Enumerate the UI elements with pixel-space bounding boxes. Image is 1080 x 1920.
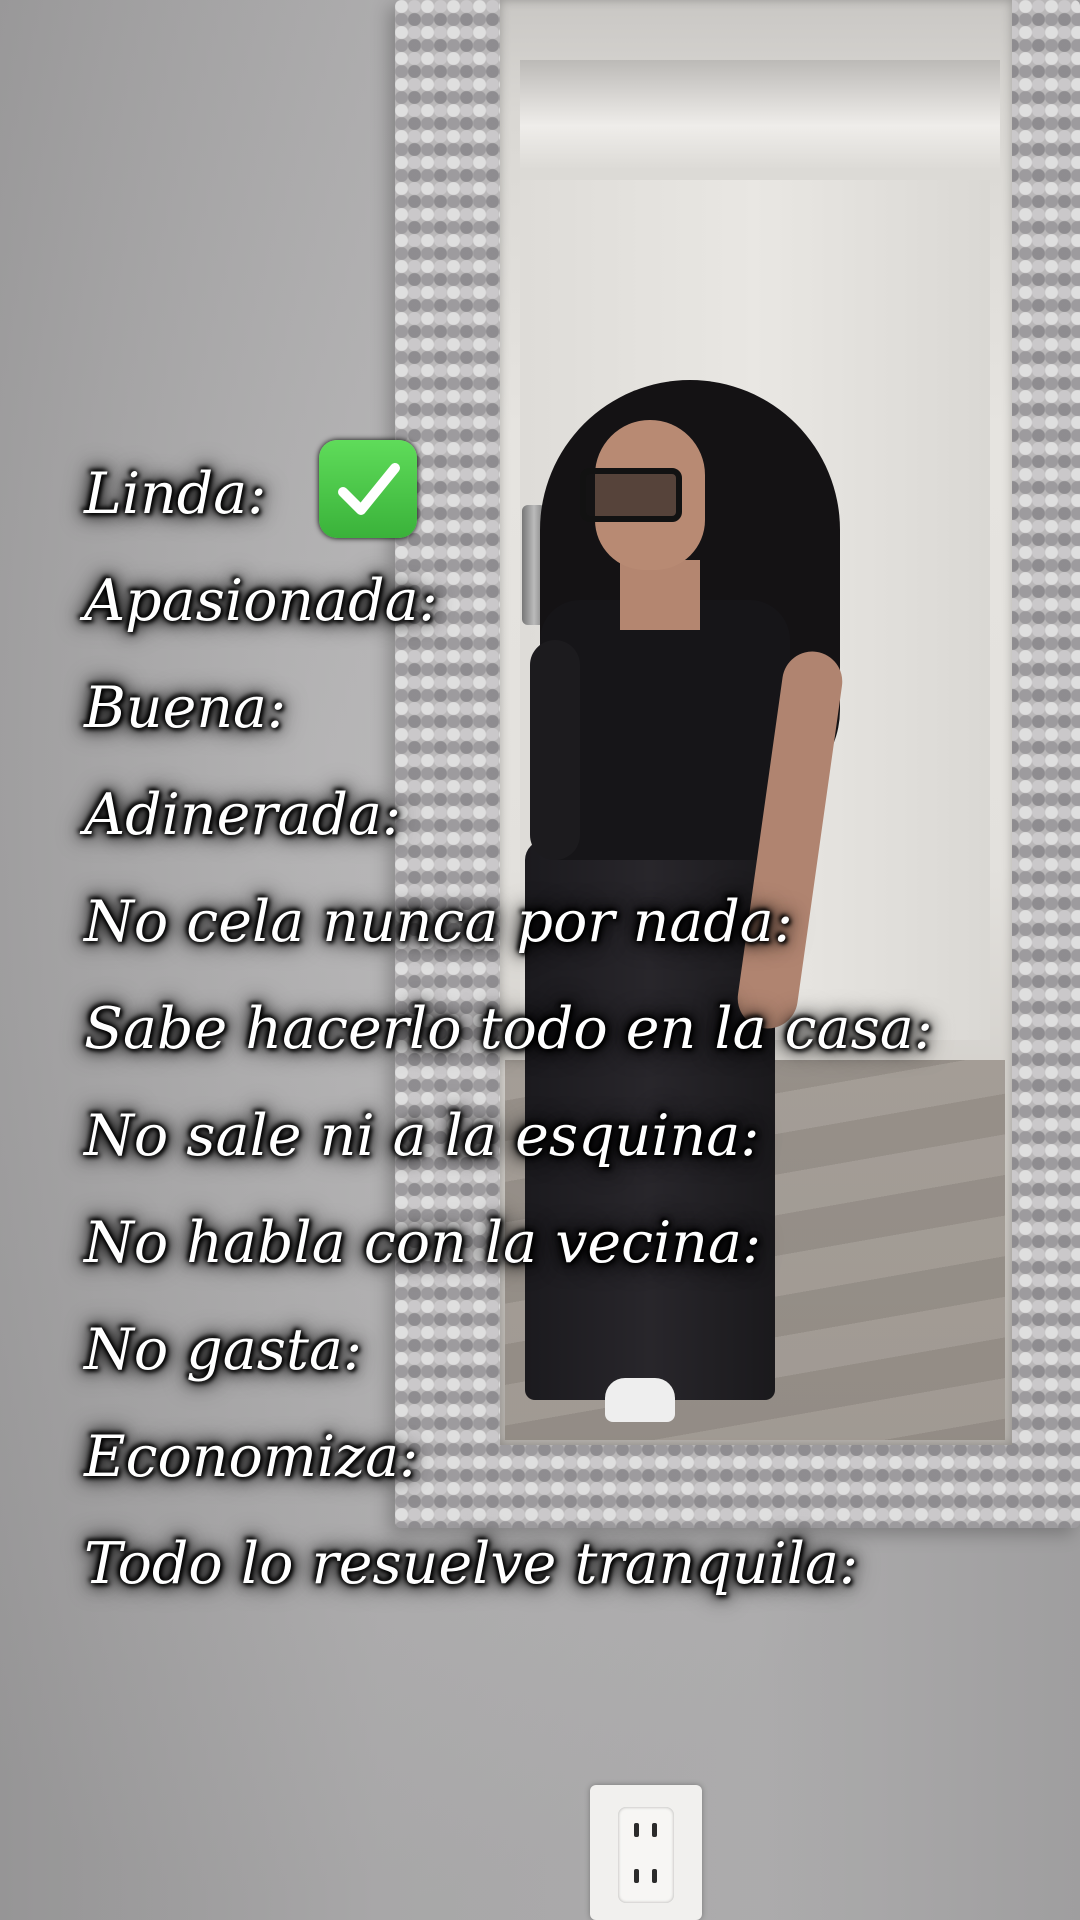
caption-text: No cela nunca por nada: [84, 889, 793, 956]
check-mark-icon [318, 439, 417, 538]
outlet-slot [652, 1869, 657, 1883]
caption-text: No sale ni a la esquina: [84, 1103, 760, 1170]
caption-text: Sabe hacerlo todo en la casa: [84, 996, 934, 1063]
caption-text: Apasionada: [84, 568, 438, 635]
caption-line: Sabe hacerlo todo en la casa: [84, 973, 933, 1080]
caption-text: Linda: [84, 461, 267, 528]
outlet-slot [652, 1823, 657, 1837]
caption-line: No habla con la vecina: [84, 1187, 933, 1294]
caption-line: No cela nunca por nada: [84, 866, 933, 973]
caption-text: No gasta: [84, 1317, 363, 1384]
reflected-ceiling [520, 60, 1000, 170]
outlet-slot [634, 1869, 639, 1883]
caption-text: Todo lo resuelve tranquila: [84, 1531, 859, 1598]
caption-list: Linda: Apasionada: Buena: Adinerada: No … [84, 438, 933, 1615]
caption-text: Adinerada: [84, 782, 402, 849]
caption-line: No gasta: [84, 1294, 933, 1401]
caption-line: Linda: [84, 438, 933, 545]
caption-line: Buena: [84, 652, 933, 759]
caption-text: Buena: [84, 675, 287, 742]
caption-line: Economiza: [84, 1401, 933, 1508]
photo-scene: Linda: Apasionada: Buena: Adinerada: No … [0, 0, 1080, 1920]
wall-outlet [590, 1785, 702, 1920]
caption-text: Economiza: [84, 1424, 419, 1491]
outlet-face [618, 1807, 674, 1903]
caption-text: No habla con la vecina: [84, 1210, 762, 1277]
caption-line: Adinerada: [84, 759, 933, 866]
caption-line: Apasionada: [84, 545, 933, 652]
caption-line: Todo lo resuelve tranquila: [84, 1508, 933, 1615]
outlet-slot [634, 1823, 639, 1837]
caption-line: No sale ni a la esquina: [84, 1080, 933, 1187]
